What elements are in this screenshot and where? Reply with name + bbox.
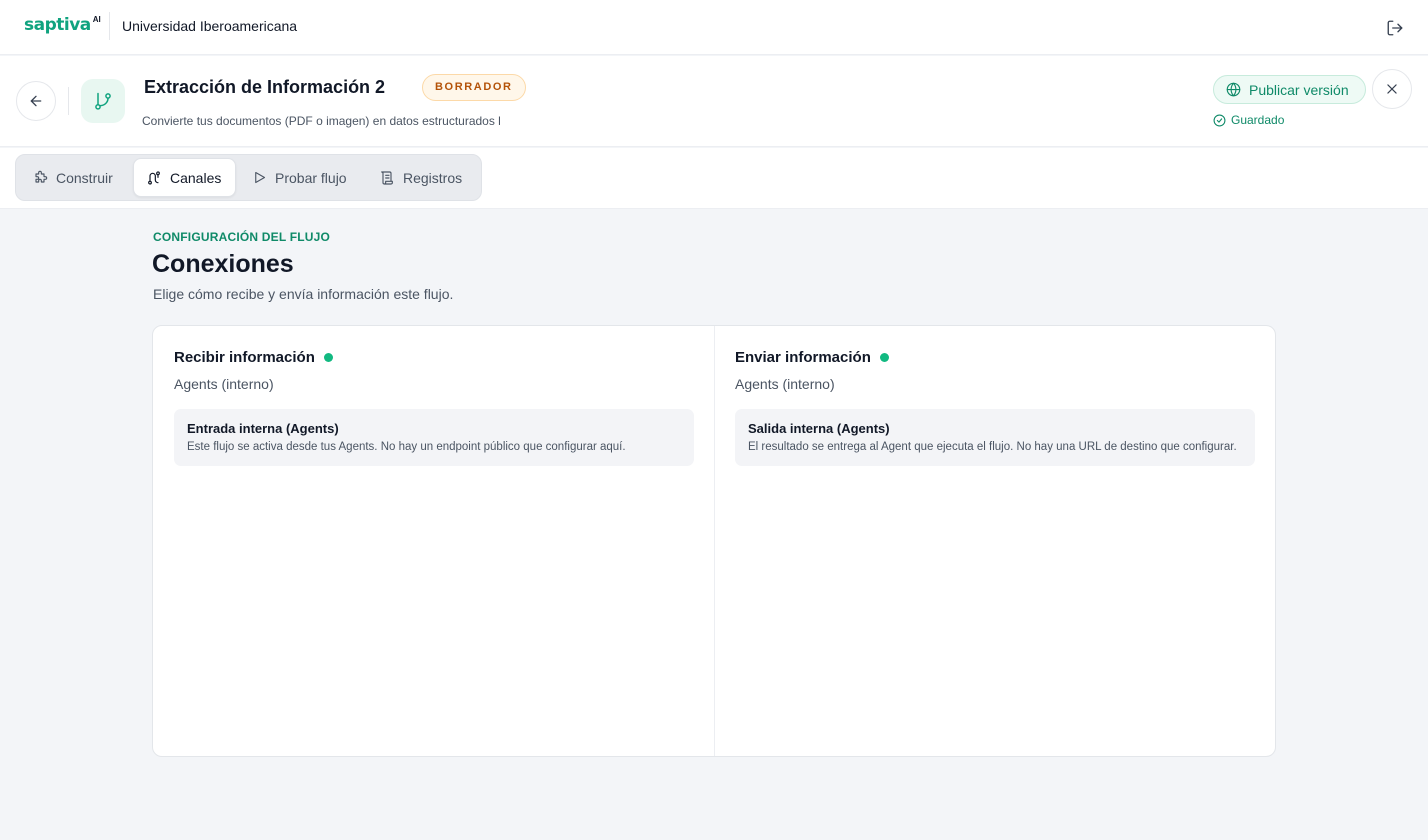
tab-registros[interactable]: Registros (379, 158, 462, 197)
back-button[interactable] (16, 81, 56, 121)
receive-info-text: Este flujo se activa desde tus Agents. N… (187, 441, 626, 453)
route-icon (148, 170, 160, 185)
scroll-icon (381, 170, 393, 185)
organization-name: Universidad Iberoamericana (122, 18, 298, 34)
close-button[interactable] (1372, 69, 1412, 109)
page-subtitle: Elige cómo recibe y envía información es… (153, 286, 454, 302)
tab-bar: Construir Canales Probar flujo Registros (0, 148, 1428, 209)
send-title-label: Enviar información (735, 349, 871, 366)
status-dot (323, 353, 333, 362)
saved-label: Guardado (1231, 113, 1285, 127)
tab-group: Construir Canales Probar flujo Registros (15, 154, 482, 201)
close-icon (1387, 84, 1397, 94)
check-circle-icon (1213, 114, 1226, 126)
git-branch-icon (95, 92, 111, 110)
logout-icon[interactable] (1386, 19, 1404, 37)
tab-label: Probar flujo (275, 169, 347, 186)
receive-title-label: Recibir información (174, 349, 315, 366)
status-badge: BORRADOR (422, 74, 526, 101)
receive-info-box: Entrada interna (Agents) Este flujo se a… (174, 409, 694, 466)
tab-canales[interactable]: Canales (133, 158, 236, 197)
publish-version-label: Publicar versión (1249, 81, 1349, 98)
logo-ai-suffix: AI (92, 15, 101, 24)
connections-panel: Recibir información Agents (interno) Ent… (152, 325, 1276, 757)
page-title: Conexiones (152, 250, 294, 278)
top-bar: saptiva AI Universidad Iberoamericana (0, 0, 1428, 55)
status-dot (879, 353, 889, 362)
arrow-left-icon (30, 95, 42, 107)
send-info-text: El resultado se entrega al Agent que eje… (748, 441, 1237, 453)
receive-mode: Agents (interno) (174, 376, 274, 392)
receive-title: Recibir información (174, 349, 333, 366)
puzzle-icon (35, 170, 48, 183)
send-mode: Agents (interno) (735, 376, 835, 392)
divider (714, 326, 715, 756)
flow-description[interactable]: Convierte tus documentos (PDF o imagen) … (142, 114, 518, 128)
divider (109, 12, 110, 40)
tab-label: Canales (170, 169, 222, 186)
flow-icon (81, 79, 125, 123)
send-info-box: Salida interna (Agents) El resultado se … (735, 409, 1255, 466)
tab-label: Registros (403, 169, 463, 186)
saptiva-logo[interactable]: saptiva AI (24, 12, 101, 38)
tab-construir[interactable]: Construir (32, 158, 113, 197)
flow-title[interactable]: Extracción de Información 2 (144, 77, 385, 98)
tab-label: Construir (56, 169, 113, 186)
play-icon (255, 171, 266, 184)
publish-version-button[interactable]: Publicar versión (1213, 75, 1366, 104)
divider (68, 87, 69, 115)
receive-info-title: Entrada interna (Agents) (187, 421, 339, 436)
flow-header: Extracción de Información 2 BORRADOR Con… (0, 56, 1428, 147)
section-eyebrow: CONFIGURACIÓN DEL FLUJO (153, 230, 331, 244)
globe-icon (1226, 82, 1241, 97)
tab-probar-flujo[interactable]: Probar flujo (252, 158, 347, 197)
send-title: Enviar información (735, 349, 889, 366)
send-info-title: Salida interna (Agents) (748, 421, 890, 436)
saved-status: Guardado (1213, 113, 1284, 127)
logo-wordmark: saptiva (24, 15, 91, 35)
